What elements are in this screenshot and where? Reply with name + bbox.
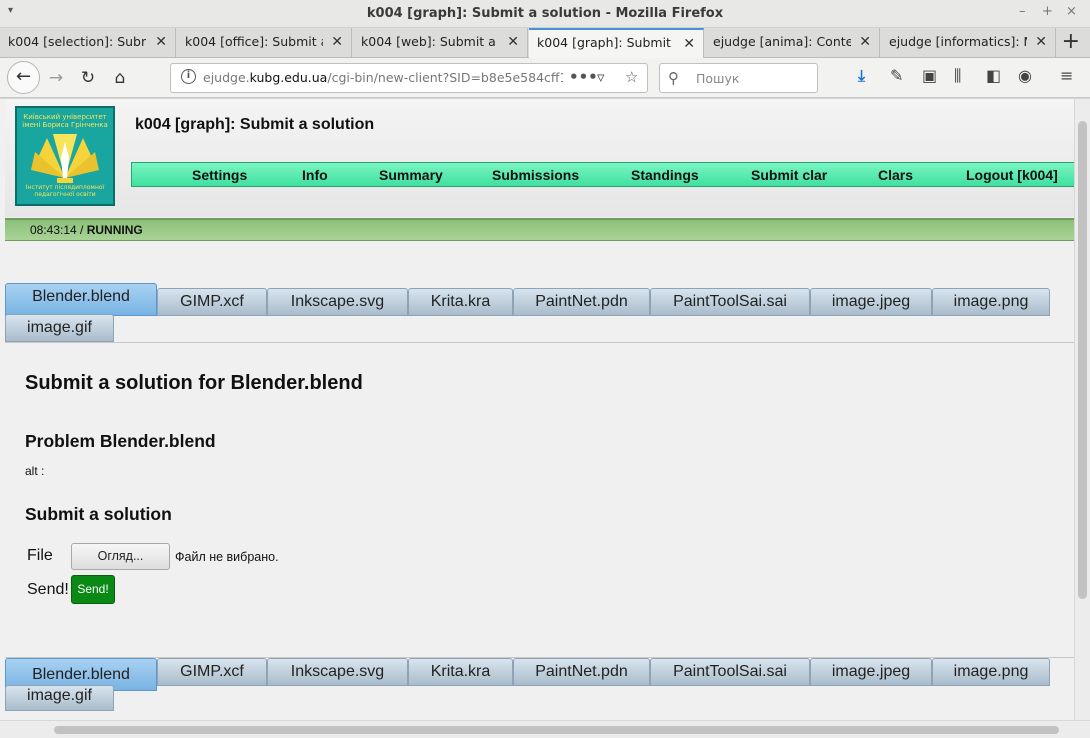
browser-tab-label: k004 [graph]: Submit a sol <box>537 35 675 50</box>
problem-tab[interactable]: GIMP.xcf <box>157 288 267 316</box>
info-icon[interactable]: i <box>181 69 196 84</box>
bookmark-star-icon[interactable]: ☆ <box>625 68 638 86</box>
problem-alt-text: alt : <box>25 464 45 478</box>
browser-tab-label: k004 [selection]: Submit a <box>8 34 146 49</box>
send-button[interactable]: Send! <box>71 575 115 604</box>
close-window-icon[interactable]: × <box>1066 4 1077 19</box>
browse-file-button[interactable]: Огляд... <box>71 543 170 570</box>
browser-tab[interactable]: k004 [web]: Submit a solu ✕ <box>353 28 528 58</box>
send-label: Send! <box>27 581 69 598</box>
account-icon[interactable]: ◉ <box>1018 66 1032 85</box>
problem-tab[interactable]: PaintNet.pdn <box>513 288 650 316</box>
screenshot-icon[interactable]: ▣ <box>922 66 937 85</box>
problem-tab[interactable]: image.jpeg <box>810 658 932 686</box>
close-tab-icon[interactable]: ✕ <box>859 34 871 50</box>
main-content: Submit a solution for Blender.blend Prob… <box>5 343 1074 659</box>
problem-tab[interactable]: PaintNet.pdn <box>513 658 650 686</box>
menu-info-link[interactable]: Info <box>302 167 328 183</box>
back-icon[interactable]: ← <box>7 61 40 94</box>
pocket-icon[interactable]: ▿ <box>597 68 605 86</box>
problem-tab[interactable]: image.gif <box>5 314 114 342</box>
problem-tab[interactable]: image.png <box>932 658 1050 686</box>
horizontal-scrollbar[interactable] <box>0 720 1090 738</box>
forward-icon[interactable]: → <box>42 64 70 92</box>
reload-icon[interactable]: ↻ <box>74 64 102 92</box>
university-logo: Київський університет імені Бориса Грінч… <box>15 106 115 206</box>
browser-tab-label: k004 [office]: Submit a sol <box>185 34 323 49</box>
menu-submissions-link[interactable]: Submissions <box>492 167 579 183</box>
menu-settings-link[interactable]: Settings <box>192 167 247 183</box>
submit-heading: Submit a solution for Blender.blend <box>25 372 363 394</box>
problem-tab[interactable]: Krita.kra <box>408 658 513 686</box>
navigation-toolbar: ← → ↻ ⌂ i ejudge.kubg.edu.ua/cgi-bin/new… <box>0 58 1090 98</box>
sidebar-icon[interactable]: ◧ <box>986 66 1001 85</box>
menu-standings-link[interactable]: Standings <box>631 167 699 183</box>
browser-tab-label: ejudge [informatics]: Mes <box>889 34 1027 49</box>
problem-tab[interactable]: PaintToolSai.sai <box>650 288 810 316</box>
problem-tab-active[interactable]: Blender.blend <box>5 283 157 316</box>
close-tab-icon[interactable]: ✕ <box>683 36 695 52</box>
page-title: k004 [graph]: Submit a solution <box>135 116 375 133</box>
form-heading: Submit a solution <box>25 504 172 524</box>
problem-tab[interactable]: image.jpeg <box>810 288 932 316</box>
menu-submit-clar-link[interactable]: Submit clar <box>751 167 827 183</box>
wrench-icon[interactable]: ✎ <box>890 66 903 85</box>
server-time: 08:43:14 / <box>30 223 87 237</box>
url-text[interactable]: ejudge.kubg.edu.ua/cgi-bin/new-client?SI… <box>203 70 563 85</box>
browser-tab[interactable]: ejudge [informatics]: Mes ✕ <box>881 28 1056 58</box>
browser-tab[interactable]: k004 [selection]: Submit a ✕ <box>0 28 176 58</box>
minimize-icon[interactable]: – <box>1019 4 1026 19</box>
problem-tab[interactable]: Inkscape.svg <box>267 658 408 686</box>
new-tab-icon[interactable]: + <box>1062 29 1080 54</box>
browser-tab-strip: k004 [selection]: Submit a ✕ k004 [offic… <box>0 28 1090 59</box>
logo-text-bottom: Інститут післядипломної педагогічної осв… <box>25 184 105 198</box>
browser-tab-label: k004 [web]: Submit a solu <box>361 34 499 49</box>
contest-status: 08:43:14 / RUNNING <box>30 223 143 237</box>
library-icon[interactable]: ⫼ <box>954 66 961 86</box>
site-menu: Settings Info Summary Submissions Standi… <box>131 162 1074 187</box>
window-title: k004 [graph]: Submit a solution - Mozill… <box>366 6 724 21</box>
download-icon[interactable]: ⤓ <box>858 66 865 86</box>
hamburger-menu-icon[interactable]: ≡ <box>1060 66 1073 85</box>
problem-tab[interactable]: image.png <box>932 288 1050 316</box>
problem-tab[interactable]: Krita.kra <box>408 288 513 316</box>
close-tab-icon[interactable]: ✕ <box>507 34 519 50</box>
problem-heading: Problem Blender.blend <box>25 431 216 451</box>
menu-clars-link[interactable]: Clars <box>878 167 913 183</box>
problem-tabs-top: Blender.blend GIMP.xcf Inkscape.svg Krit… <box>5 283 1074 343</box>
contest-status-bar: 08:43:14 / RUNNING <box>5 218 1074 241</box>
maximize-icon[interactable]: + <box>1042 4 1053 19</box>
search-icon: ⚲ <box>668 69 679 87</box>
menu-summary-link[interactable]: Summary <box>379 167 443 183</box>
url-bar[interactable]: i ejudge.kubg.edu.ua/cgi-bin/new-client?… <box>170 63 648 93</box>
problem-tabs-bottom: Blender.blend GIMP.xcf Inkscape.svg Krit… <box>5 658 1074 718</box>
problem-tab[interactable]: GIMP.xcf <box>157 658 267 686</box>
problem-tab[interactable]: image.gif <box>5 685 114 711</box>
browser-tab[interactable]: k004 [office]: Submit a sol ✕ <box>177 28 352 58</box>
home-icon[interactable]: ⌂ <box>106 64 134 92</box>
contest-state: RUNNING <box>86 223 143 237</box>
browser-tab-label: ejudge [anima]: Contest st <box>713 34 851 49</box>
page-viewport: Київський університет імені Бориса Грінч… <box>0 99 1074 720</box>
search-placeholder: Пошук <box>696 71 740 86</box>
close-tab-icon[interactable]: ✕ <box>1035 34 1047 50</box>
file-status-text: Файл не вибрано. <box>175 550 279 564</box>
problem-tab[interactable]: PaintToolSai.sai <box>650 658 810 686</box>
search-bar[interactable]: ⚲ Пошук <box>659 63 818 93</box>
close-tab-icon[interactable]: ✕ <box>155 34 167 50</box>
browser-tab-active[interactable]: k004 [graph]: Submit a sol ✕ <box>529 28 704 59</box>
window-titlebar: ▾ k004 [graph]: Submit a solution - Mozi… <box>0 0 1090 28</box>
vertical-scrollbar[interactable] <box>1074 99 1090 720</box>
menu-logout-link[interactable]: Logout [k004] <box>966 167 1058 183</box>
file-label: File <box>27 547 53 564</box>
problem-tab[interactable]: Inkscape.svg <box>267 288 408 316</box>
close-tab-icon[interactable]: ✕ <box>331 34 343 50</box>
site-header: Київський університет імені Бориса Грінч… <box>5 99 1074 217</box>
page-actions-icon[interactable]: ••• <box>569 68 598 86</box>
horizontal-scroll-thumb[interactable] <box>54 726 1059 734</box>
vertical-scroll-thumb[interactable] <box>1078 121 1087 599</box>
browser-tab[interactable]: ejudge [anima]: Contest st ✕ <box>705 28 880 58</box>
